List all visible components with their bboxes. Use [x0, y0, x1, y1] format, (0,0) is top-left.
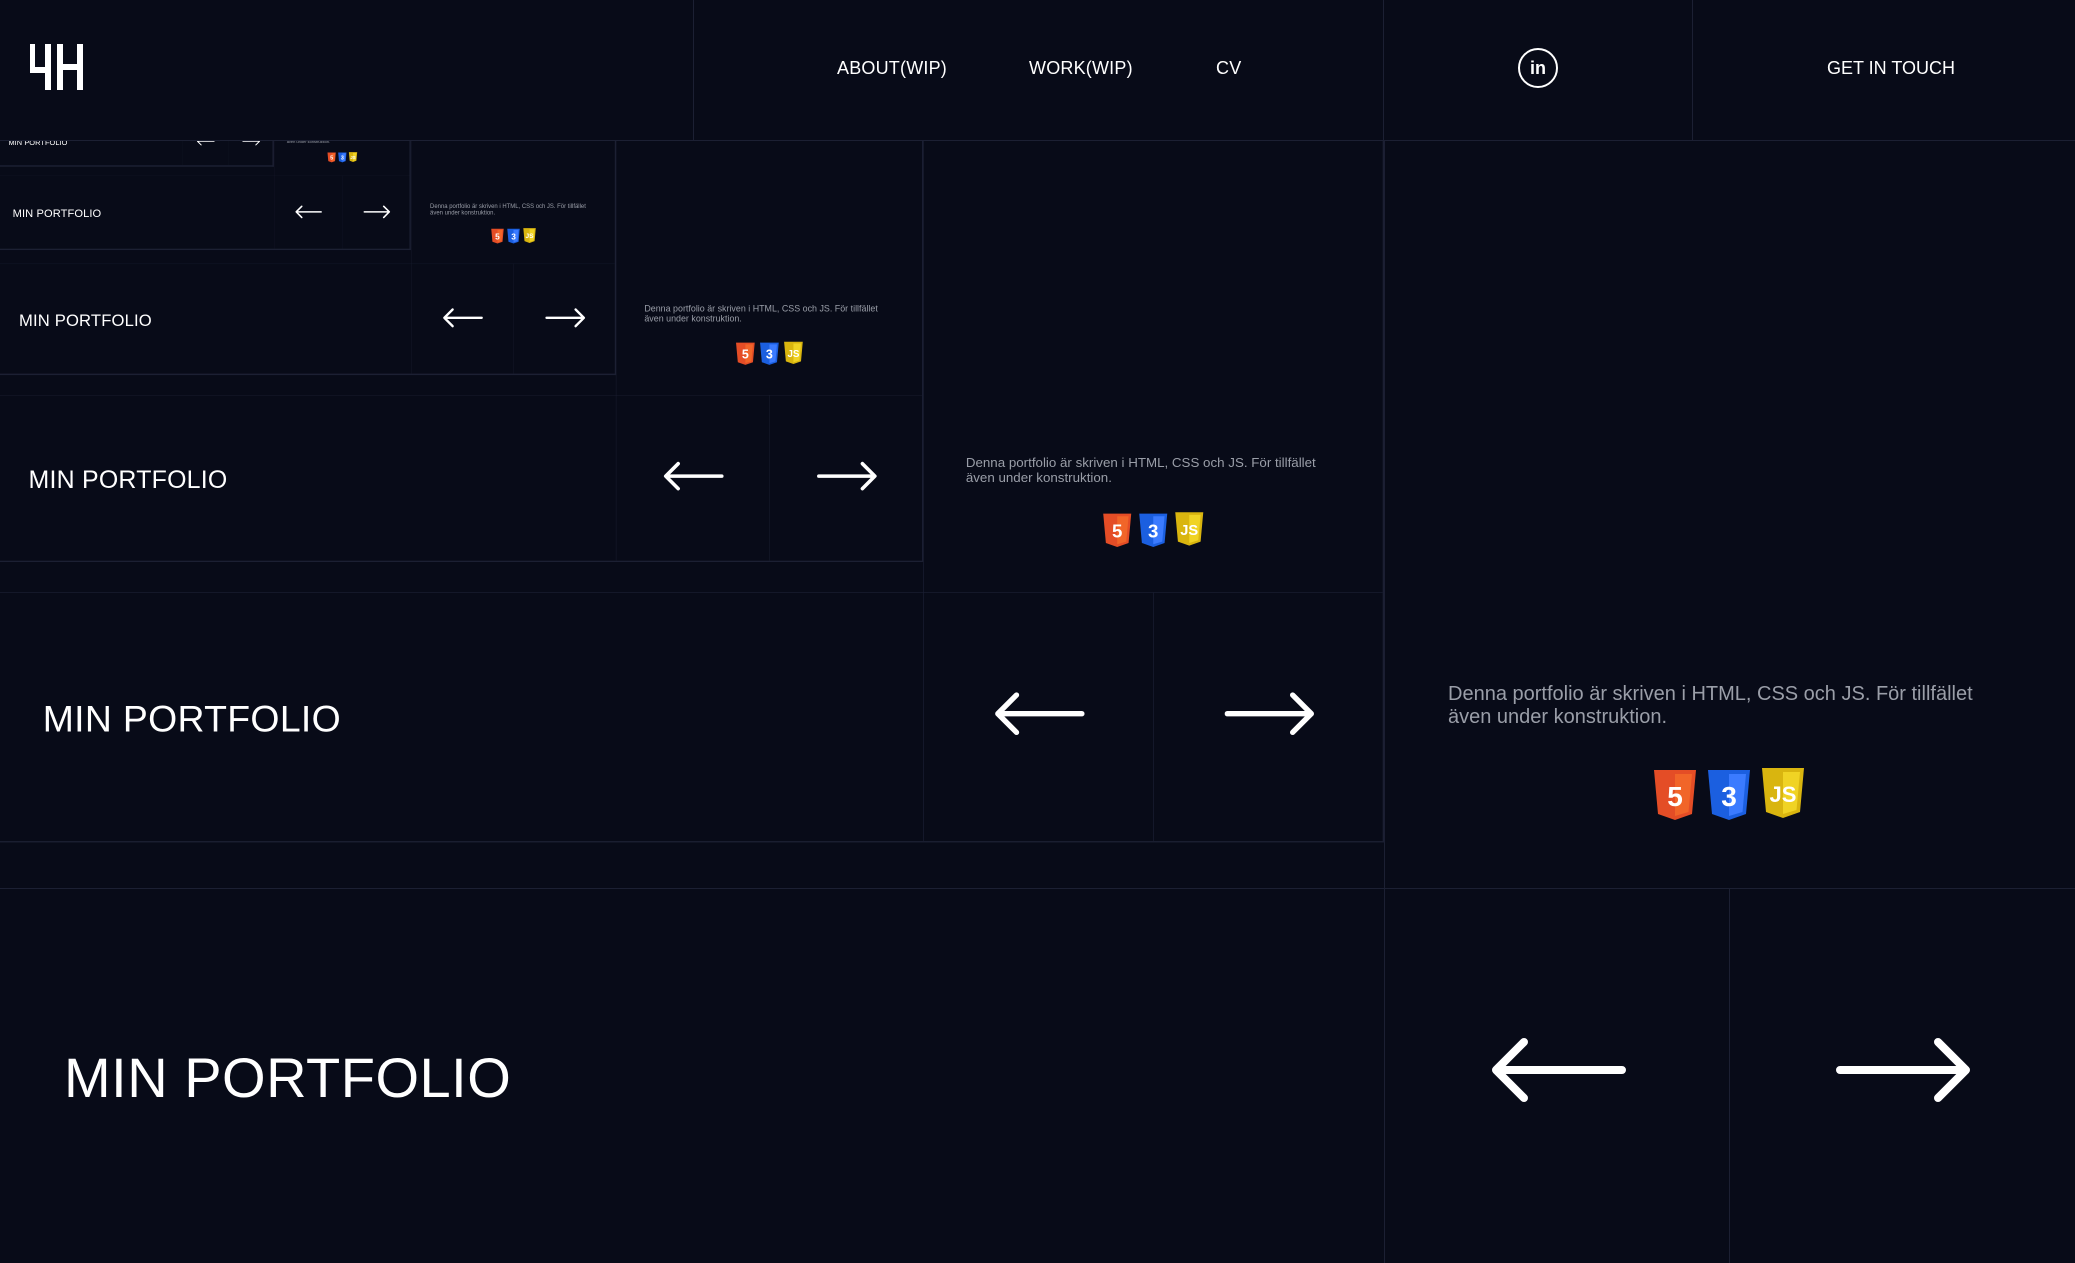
portfolio-page: ABOUT(WIP) WORK(WIP) CV in GET IN TOUCH …	[0, 0, 2075, 1263]
javascript-icon: JS	[523, 228, 536, 243]
css3-icon: 3	[338, 152, 347, 163]
grid-divider	[1384, 140, 1385, 1263]
nav-link-about[interactable]: ABOUT(WIP)	[837, 58, 947, 79]
html5-icon: 5	[327, 152, 336, 163]
css3-glyph: 3	[341, 156, 344, 162]
page-title: MIN PORTFOLIO	[42, 697, 342, 740]
arrow-left-icon	[295, 205, 322, 219]
linkedin-glyph: in	[1530, 58, 1546, 78]
css3-glyph: 3	[1721, 781, 1737, 812]
html5-icon: 5	[1654, 770, 1696, 820]
site-header: ABOUT(WIP) WORK(WIP) CV in GET IN TOUCH	[0, 0, 2075, 141]
arrow-right-icon	[545, 308, 586, 328]
html5-glyph: 5	[1667, 781, 1683, 812]
html5-glyph: 5	[1112, 521, 1122, 542]
arrow-left-icon	[995, 692, 1085, 736]
html5-icon: 5	[491, 228, 504, 244]
grid-divider	[0, 592, 1383, 593]
html5-icon: 5	[736, 342, 755, 365]
javascript-icon: JS	[1762, 768, 1804, 818]
javascript-icon: JS	[348, 152, 358, 162]
css3-icon: 3	[507, 228, 520, 244]
arrow-right-icon	[817, 461, 877, 491]
nav-link-work[interactable]: WORK(WIP)	[1029, 58, 1133, 79]
grid-divider	[1729, 888, 1730, 1263]
javascript-glyph: JS	[1180, 523, 1198, 539]
css3-glyph: 3	[766, 348, 773, 362]
javascript-glyph: JS	[1770, 782, 1797, 807]
html5-glyph: 5	[495, 231, 500, 241]
arrow-right-icon	[1224, 692, 1314, 736]
html5-glyph: 5	[742, 348, 749, 362]
get-in-touch-link[interactable]: GET IN TOUCH	[1827, 58, 1955, 79]
logo-cell	[0, 0, 694, 140]
css3-glyph: 3	[511, 231, 516, 241]
arrow-left-icon	[443, 308, 483, 328]
linkedin-icon[interactable]: in	[1518, 48, 1558, 88]
page-title: MIN PORTFOLIO	[12, 207, 102, 220]
grid-divider	[0, 888, 2075, 889]
javascript-icon: JS	[1175, 512, 1204, 546]
javascript-glyph: JS	[787, 349, 799, 360]
html5-icon: 5	[1103, 513, 1132, 547]
arrow-left-icon	[663, 461, 724, 491]
css3-icon: 3	[1708, 770, 1750, 820]
css3-icon: 3	[1139, 513, 1168, 547]
monogram-logo-icon[interactable]	[30, 44, 88, 90]
arrow-right-icon[interactable]	[1836, 1036, 1972, 1104]
javascript-glyph: JS	[350, 155, 355, 160]
arrow-right-icon	[363, 205, 391, 219]
nav-link-cv[interactable]: CV	[1216, 58, 1241, 79]
social-cell: in	[1384, 0, 1693, 140]
arrow-left-icon[interactable]	[1490, 1036, 1626, 1104]
css3-glyph: 3	[1148, 521, 1158, 542]
portfolio-description: Denna portfolio är skriven i HTML, CSS o…	[644, 303, 878, 324]
portfolio-description: Denna portfolio är skriven i HTML, CSS o…	[965, 455, 1316, 486]
portfolio-description: Denna portfolio är skriven i HTML, CSS o…	[1448, 683, 1973, 728]
contact-cell: GET IN TOUCH	[1693, 0, 2075, 140]
javascript-icon: JS	[784, 341, 803, 365]
nav-cell: ABOUT(WIP) WORK(WIP) CV	[694, 0, 1384, 140]
page-title: MIN PORTFOLIO	[28, 465, 228, 494]
javascript-glyph: JS	[526, 233, 535, 240]
html5-glyph: 5	[330, 156, 333, 162]
css3-icon: 3	[760, 342, 779, 365]
portfolio-description: Denna portfolio är skriven i HTML, CSS o…	[430, 202, 586, 217]
page-title: MIN PORTFOLIO	[19, 310, 152, 330]
page-title: MIN PORTFOLIO	[64, 1046, 512, 1109]
grid-divider	[1153, 592, 1154, 842]
